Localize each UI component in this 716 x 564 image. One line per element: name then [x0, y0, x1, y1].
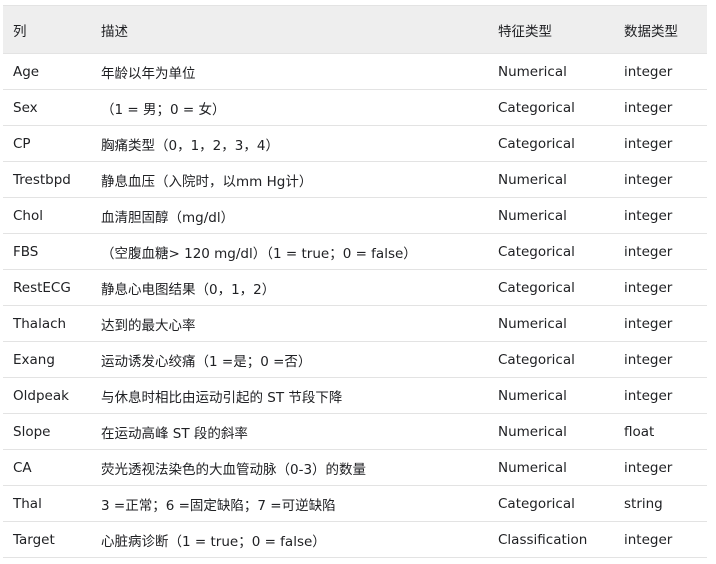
table-row: FBS （空腹血糖> 120 mg/dl）（1 = true；0 = false… [3, 233, 707, 270]
cell-feature-type: Categorical [488, 485, 614, 522]
cell-data-type: integer [614, 269, 707, 306]
cell-data-type: integer [614, 341, 707, 378]
data-dictionary-table: 列 描述 特征类型 数据类型 Age 年龄以年为单位 Numerical int… [3, 6, 707, 557]
table-row: CA 荧光透视法染色的大血管动脉（0-3）的数量 Numerical integ… [3, 449, 707, 486]
table-row: Thalach 达到的最大心率 Numerical integer [3, 305, 707, 342]
cell-description: 荧光透视法染色的大血管动脉（0-3）的数量 [91, 449, 488, 486]
cell-column-name: FBS [3, 233, 91, 270]
cell-data-type: integer [614, 125, 707, 162]
cell-description: 血清胆固醇（mg/dl） [91, 197, 488, 234]
cell-feature-type: Numerical [488, 377, 614, 414]
table-row: RestECG 静息心电图结果（0，1，2） Categorical integ… [3, 269, 707, 306]
cell-description: 心脏病诊断（1 = true；0 = false） [91, 521, 488, 557]
cell-description: 3 =正常；6 =固定缺陷；7 =可逆缺陷 [91, 485, 488, 522]
table-row: Trestbpd 静息血压（入院时，以mm Hg计） Numerical int… [3, 161, 707, 198]
header-row: 列 描述 特征类型 数据类型 [3, 6, 707, 54]
cell-data-type: integer [614, 233, 707, 270]
table-row: Target 心脏病诊断（1 = true；0 = false） Classif… [3, 521, 707, 557]
table-row: Slope 在运动高峰 ST 段的斜率 Numerical float [3, 413, 707, 450]
cell-description: （1 = 男；0 = 女） [91, 89, 488, 126]
cell-description: 胸痛类型（0，1，2，3，4） [91, 125, 488, 162]
cell-description: 静息心电图结果（0，1，2） [91, 269, 488, 306]
data-dictionary-table-container: 列 描述 特征类型 数据类型 Age 年龄以年为单位 Numerical int… [3, 5, 707, 558]
cell-feature-type: Categorical [488, 125, 614, 162]
table-row: Thal 3 =正常；6 =固定缺陷；7 =可逆缺陷 Categorical s… [3, 485, 707, 522]
cell-feature-type: Categorical [488, 341, 614, 378]
cell-data-type: integer [614, 161, 707, 198]
cell-description: 静息血压（入院时，以mm Hg计） [91, 161, 488, 198]
cell-data-type: integer [614, 521, 707, 557]
cell-description: 达到的最大心率 [91, 305, 488, 342]
table-row: CP 胸痛类型（0，1，2，3，4） Categorical integer [3, 125, 707, 162]
cell-feature-type: Classification [488, 521, 614, 557]
cell-data-type: integer [614, 449, 707, 486]
column-header-column: 列 [3, 6, 91, 54]
cell-column-name: Target [3, 521, 91, 557]
table-row: Exang 运动诱发心绞痛（1 =是；0 =否） Categorical int… [3, 341, 707, 378]
column-header-description: 描述 [91, 6, 488, 54]
cell-column-name: Sex [3, 89, 91, 126]
cell-data-type: float [614, 413, 707, 450]
cell-column-name: RestECG [3, 269, 91, 306]
cell-column-name: Thalach [3, 305, 91, 342]
cell-description: 在运动高峰 ST 段的斜率 [91, 413, 488, 450]
table-body: Age 年龄以年为单位 Numerical integer Sex （1 = 男… [3, 53, 707, 557]
cell-data-type: string [614, 485, 707, 522]
cell-column-name: Chol [3, 197, 91, 234]
cell-column-name: Age [3, 53, 91, 90]
cell-feature-type: Numerical [488, 449, 614, 486]
cell-column-name: CP [3, 125, 91, 162]
cell-column-name: CA [3, 449, 91, 486]
cell-data-type: integer [614, 53, 707, 90]
cell-feature-type: Numerical [488, 413, 614, 450]
cell-feature-type: Numerical [488, 197, 614, 234]
cell-data-type: integer [614, 89, 707, 126]
column-header-data-type: 数据类型 [614, 6, 707, 54]
cell-description: 运动诱发心绞痛（1 =是；0 =否） [91, 341, 488, 378]
cell-column-name: Oldpeak [3, 377, 91, 414]
table-row: Sex （1 = 男；0 = 女） Categorical integer [3, 89, 707, 126]
table-row: Chol 血清胆固醇（mg/dl） Numerical integer [3, 197, 707, 234]
cell-feature-type: Numerical [488, 161, 614, 198]
table-row: Oldpeak 与休息时相比由运动引起的 ST 节段下降 Numerical i… [3, 377, 707, 414]
cell-description: 与休息时相比由运动引起的 ST 节段下降 [91, 377, 488, 414]
cell-data-type: integer [614, 377, 707, 414]
cell-feature-type: Categorical [488, 233, 614, 270]
cell-column-name: Slope [3, 413, 91, 450]
table-header: 列 描述 特征类型 数据类型 [3, 6, 707, 54]
cell-column-name: Exang [3, 341, 91, 378]
cell-feature-type: Numerical [488, 305, 614, 342]
column-header-feature-type: 特征类型 [488, 6, 614, 54]
cell-feature-type: Numerical [488, 53, 614, 90]
cell-data-type: integer [614, 197, 707, 234]
cell-description: （空腹血糖> 120 mg/dl）（1 = true；0 = false） [91, 233, 488, 270]
cell-feature-type: Categorical [488, 269, 614, 306]
cell-feature-type: Categorical [488, 89, 614, 126]
cell-column-name: Thal [3, 485, 91, 522]
table-row: Age 年龄以年为单位 Numerical integer [3, 53, 707, 90]
cell-data-type: integer [614, 305, 707, 342]
cell-description: 年龄以年为单位 [91, 53, 488, 90]
cell-column-name: Trestbpd [3, 161, 91, 198]
